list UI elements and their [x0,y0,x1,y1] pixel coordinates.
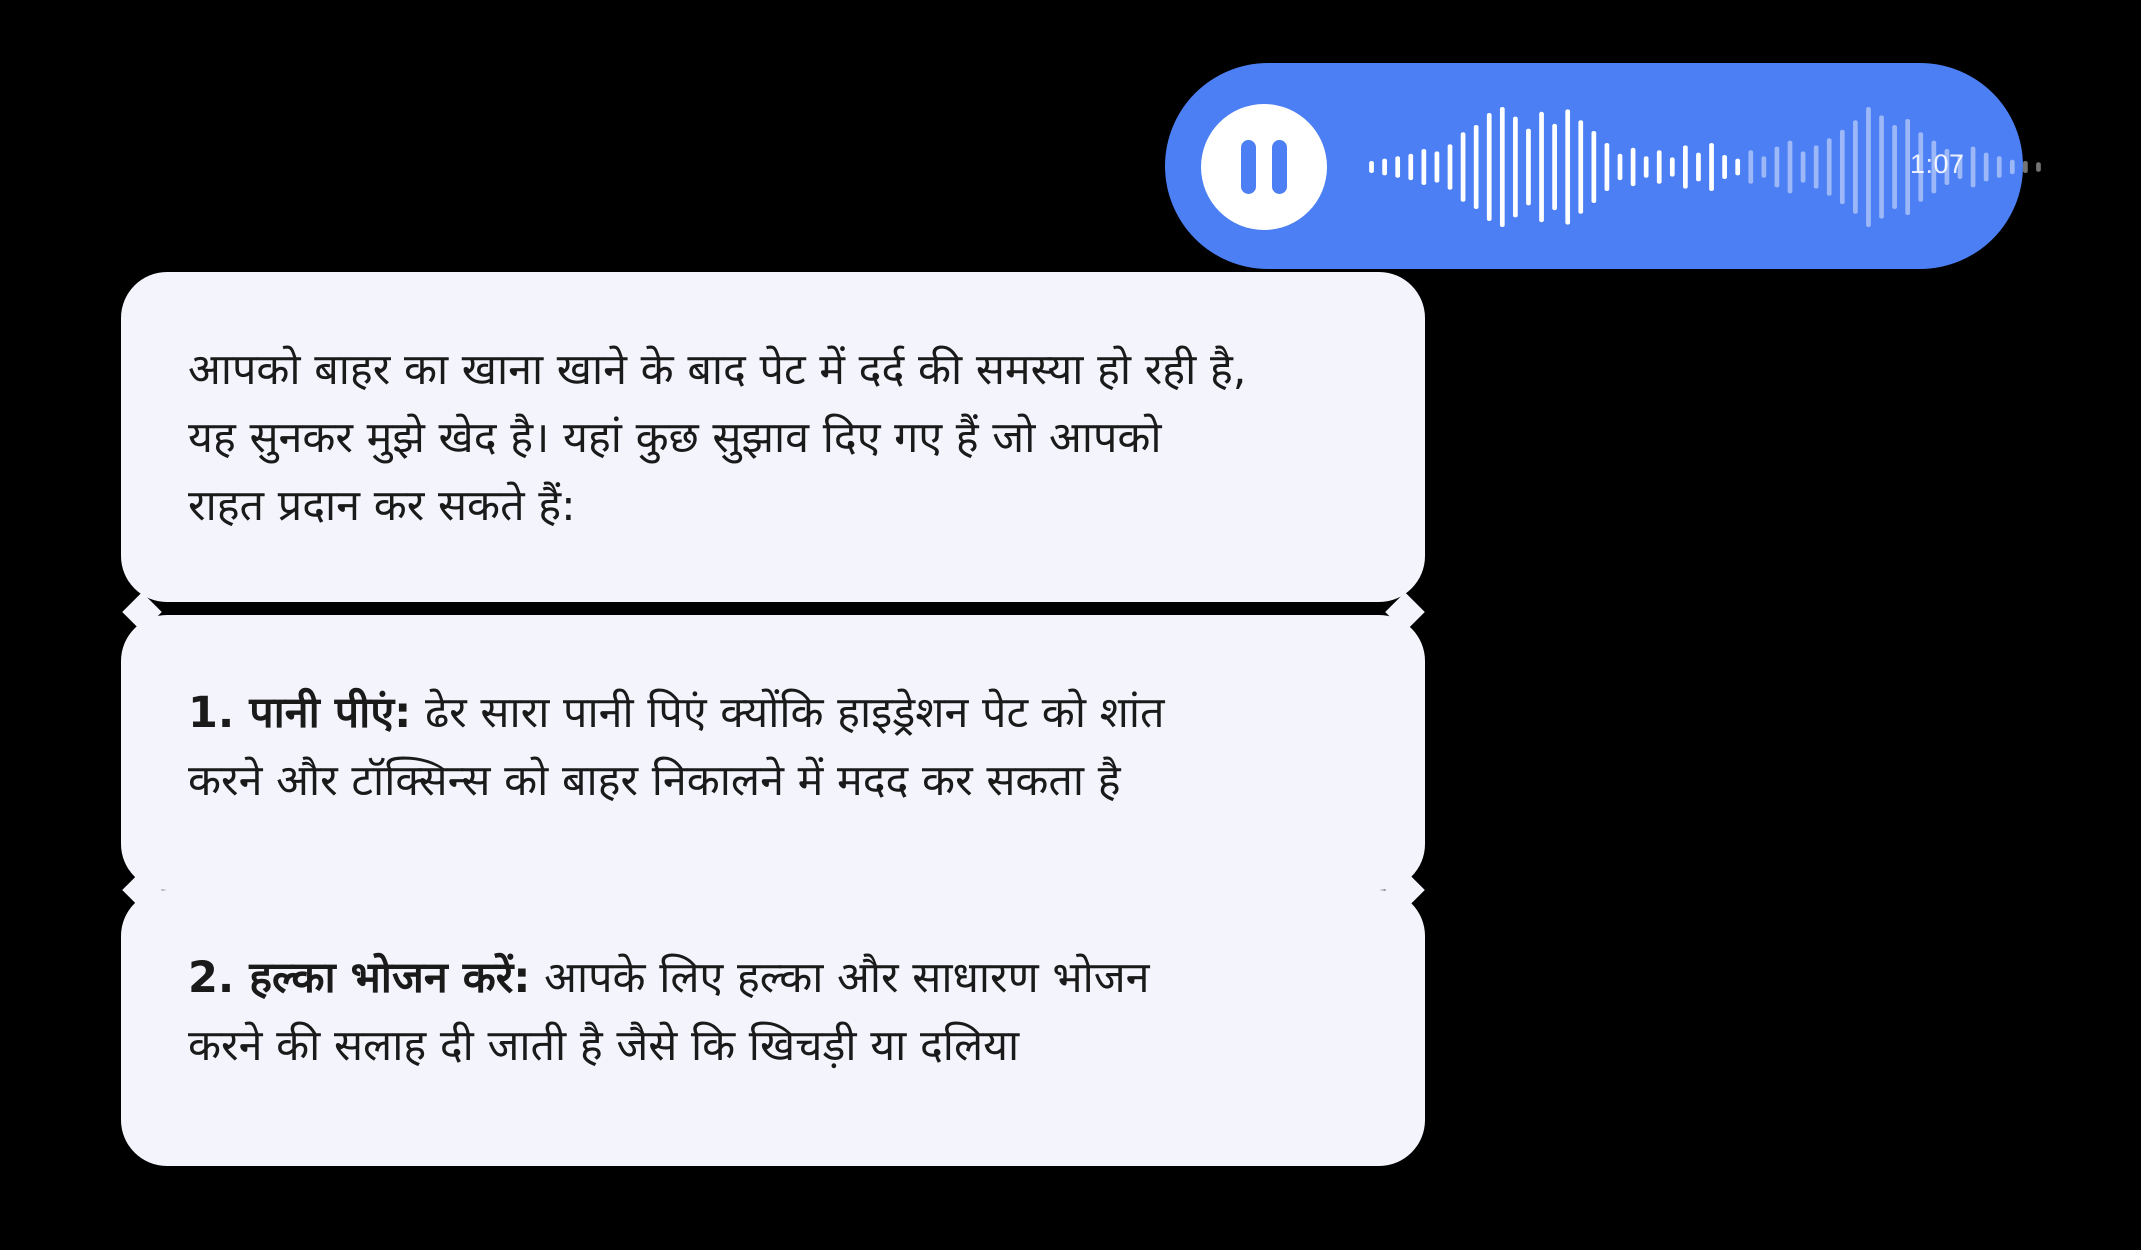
waveform-bar [1460,132,1466,202]
voice-message-player[interactable]: 1:07 [1165,63,2041,269]
intro-line: आपको बाहर का खाना खाने के बाद पेट में दर… [188,345,1247,395]
waveform-bar [1748,150,1754,184]
waveform-bar [1473,125,1479,209]
waveform-bar [1617,153,1623,181]
tip-title: 1. पानी पीएं: [188,688,412,738]
waveform-bar [1996,156,2002,178]
waveform-bar [1866,107,1871,227]
waveform-bar [1486,113,1492,221]
waveform-bar [1879,115,1884,219]
waveform-bar [1526,128,1531,206]
reply-bubble-tip-1: 1. पानी पीएं: ढेर सारा पानी पिएं क्योंकि… [121,615,1425,890]
tip-line: 2. हल्का भोजन करें: आपके लिए हल्का और सा… [188,944,1365,1012]
waveform-bar [1513,116,1518,218]
waveform-bar [1421,149,1427,185]
waveform-bar [1408,153,1414,181]
tip-text: आपके लिए हल्का और साधारण भोजन [530,953,1150,1003]
pause-button[interactable] [1201,104,1327,230]
waveform-bar [1787,140,1793,194]
reply-bubble-tip-2: 2. हल्का भोजन करें: आपके लिए हल्का और सा… [121,890,1425,1166]
waveform-bar [1395,156,1401,178]
audio-duration: 1:07 [1910,149,1965,179]
waveform-bar [1539,111,1544,223]
tip-line: 1. पानी पीएं: ढेर सारा पानी पिएं क्योंकि… [188,679,1365,747]
waveform-bar [1552,123,1557,211]
waveform-bar [1643,156,1649,178]
intro-line: यह सुनकर मुझे खेद है। यहां कुछ सुझाव दिए… [188,413,1162,463]
intro-line: राहत प्रदान कर सकते हैं: [188,481,576,531]
waveform-bar [1696,152,1701,182]
waveform-bar [1630,147,1636,187]
waveform-bar [1774,146,1780,188]
waveform-bar [1447,144,1453,190]
tip-line: करने की सलाह दी जाती है जैसे कि खिचड़ी य… [188,1021,1020,1071]
waveform-bar [1578,120,1584,214]
reply-bubble-intro: आपको बाहर का खाना खाने के बाद पेट में दर… [121,272,1425,602]
waveform-bar [1839,129,1845,205]
waveform-bar [1499,107,1505,227]
waveform-bar [1656,150,1662,184]
waveform-bar [1735,158,1741,176]
waveform-bar [1761,156,1767,178]
waveform-bar [1382,158,1387,176]
waveform-bar [1591,131,1597,203]
tip-title: 2. हल्का भोजन करें: [188,953,531,1003]
waveform-bar [1813,145,1819,189]
waveform-bar [1709,143,1714,191]
waveform-bar [1800,151,1806,183]
waveform-bar [1853,120,1858,214]
tip-line: करने और टॉक्सिन्स को बाहर निकालने में मद… [188,756,1121,806]
waveform-bar [1722,155,1727,179]
waveform-bar [1826,138,1832,196]
waveform-bar [2009,159,2015,175]
waveform-bar [1970,146,1976,188]
tip-text: ढेर सारा पानी पिएं क्योंकि हाइड्रेशन पेट… [411,688,1165,738]
pause-icon [1241,140,1287,194]
waveform-bar [1434,151,1440,183]
waveform-bar [1604,143,1610,191]
waveform-bar [2036,162,2041,172]
waveform-bar [1669,157,1675,177]
waveform-bar [1565,109,1571,225]
waveform-bar [1369,161,1374,173]
waveform-bar [2023,161,2028,173]
waveform-bar [1892,125,1897,209]
waveform-bar [1683,145,1688,189]
waveform-bar [1983,152,1989,182]
